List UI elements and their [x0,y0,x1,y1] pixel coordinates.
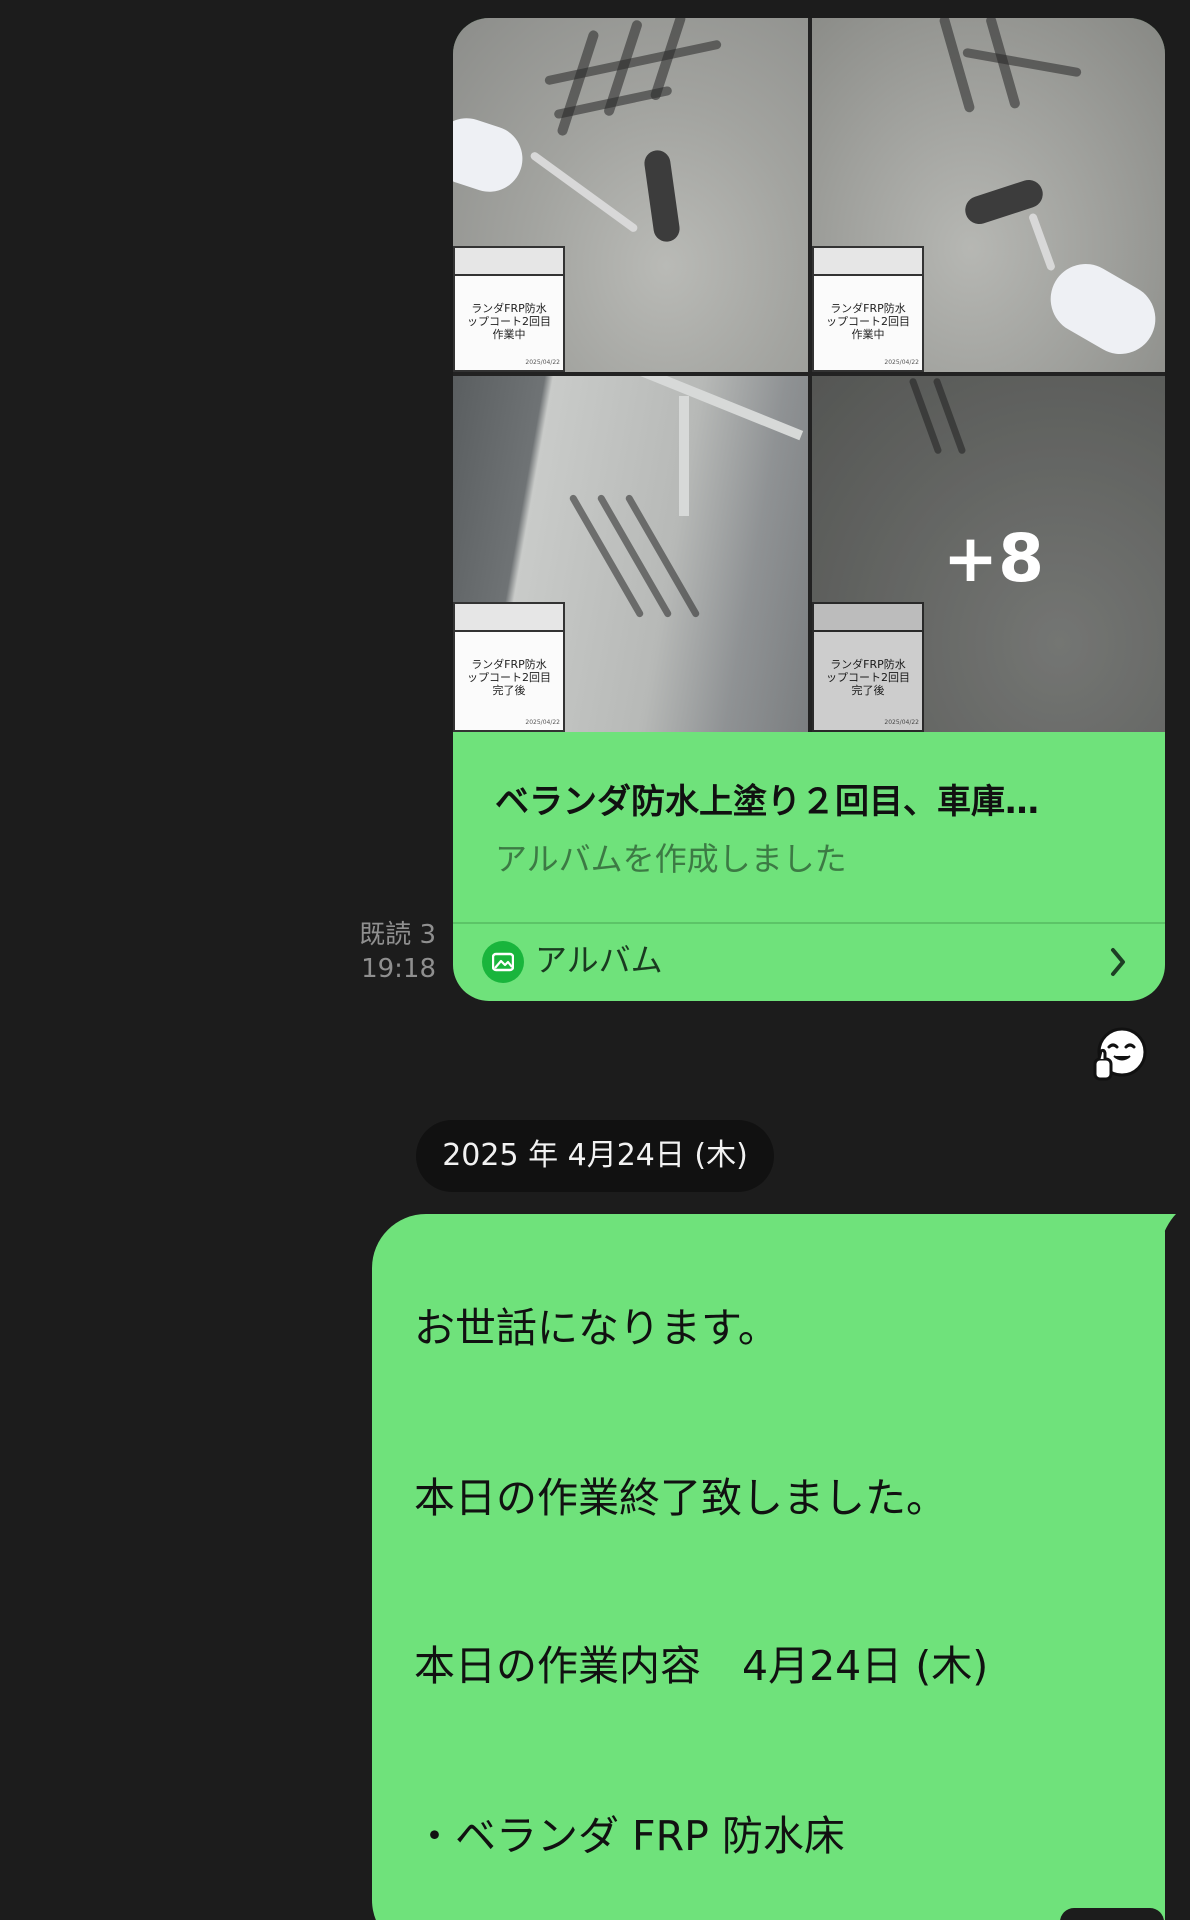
thumbs-up-sticker-icon[interactable] [1092,1025,1150,1083]
balcony-rail [679,396,689,516]
roller-handle [1027,212,1057,272]
text-message-bubble[interactable]: お世話になります。 本日の作業終了致しました。 本日の作業内容 4月24日 (木… [372,1214,1165,1920]
sign-line: ランダFRP防水 [471,658,547,671]
balcony-rail [627,376,804,441]
album-photo-2[interactable]: ランダFRP防水 ップコート2回目 作業中 2025/04/22 [812,18,1165,372]
more-photos-count: +8 [942,520,1045,597]
message-time: 19:18 [361,954,436,984]
sign-body: ランダFRP防水 ップコート2回目 作業中 [814,276,922,341]
sign-line: 作業中 [492,328,526,341]
album-open-link[interactable]: アルバム [453,924,1165,1001]
message-line: ・ベランダ FRP 防水床 [414,1812,845,1860]
roller-handle [529,150,639,234]
site-sign: ランダFRP防水 ップコート2回目 作業中 2025/04/22 [453,246,565,372]
site-sign: ランダFRP防水 ップコート2回目 完了後 2025/04/22 [453,602,565,732]
sign-line: ップコート2回目 [467,671,551,684]
sign-date: 2025/04/22 [525,359,560,366]
sign-body: ランダFRP防水 ップコート2回目 完了後 [455,632,563,697]
glove [453,109,531,201]
chat-screen: ランダFRP防水 ップコート2回目 作業中 2025/04/22 ランダFRP防… [0,0,1190,1920]
scroll-indicator [1060,1908,1164,1920]
album-photo-4[interactable]: ランダFRP防水 ップコート2回目 完了後 2025/04/22 +8 [812,376,1165,732]
sign-date: 2025/04/22 [884,359,919,366]
message-line: お世話になります。 [414,1304,779,1352]
shadow-line [556,29,600,137]
site-sign: ランダFRP防水 ップコート2回目 作業中 2025/04/22 [812,246,924,372]
paint-roller [642,148,682,244]
date-separator-label: 2025 年 4月24日 (木) [442,1138,748,1173]
chevron-right-icon [1111,948,1125,976]
sign-line: 完了後 [492,684,526,697]
album-photo-1[interactable]: ランダFRP防水 ップコート2回目 作業中 2025/04/22 [453,18,808,372]
sign-line: ランダFRP防水 [471,302,547,315]
sign-header [455,248,563,276]
sign-header [814,248,922,276]
sign-line: ップコート2回目 [467,315,551,328]
more-photos-overlay[interactable]: +8 [812,376,1165,732]
sign-line: ランダFRP防水 [830,302,906,315]
date-separator: 2025 年 4月24日 (木) [416,1120,774,1192]
album-title: ベランダ防水上塗り２回目、車庫… [495,782,1039,822]
album-info: ベランダ防水上塗り２回目、車庫… アルバムを作成しました [453,732,1165,922]
album-icon [482,941,524,983]
album-message-card[interactable]: ランダFRP防水 ップコート2回目 作業中 2025/04/22 ランダFRP防… [453,18,1165,1001]
sign-body: ランダFRP防水 ップコート2回目 作業中 [455,276,563,341]
glove [1037,251,1165,367]
album-link-label: アルバム [535,941,663,979]
sign-header [455,604,563,632]
sign-date: 2025/04/22 [525,719,560,726]
read-count: 既読 3 [359,920,436,950]
album-subtitle: アルバムを作成しました [495,840,847,878]
shadow-line [962,47,1082,78]
album-photo-3[interactable]: ランダFRP防水 ップコート2回目 完了後 2025/04/22 [453,376,808,732]
shadow-line [938,18,976,114]
album-photo-grid: ランダFRP防水 ップコート2回目 作業中 2025/04/22 ランダFRP防… [453,18,1165,732]
message-line: 本日の作業内容 4月24日 (木) [414,1642,989,1690]
sign-line: 作業中 [851,328,885,341]
sign-line: ップコート2回目 [826,315,910,328]
read-receipt: 既読 3 19:18 [330,918,436,986]
message-line: 本日の作業終了致しました。 [414,1474,947,1522]
